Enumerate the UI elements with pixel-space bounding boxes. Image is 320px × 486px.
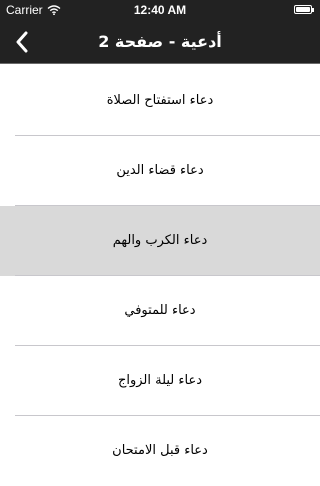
status-bar: Carrier 12:40 AM (0, 0, 320, 20)
status-time: 12:40 AM (133, 3, 187, 17)
page-title: أدعية - صفحة 2 (98, 32, 222, 51)
list-item-deceased-prayer[interactable]: دعاء للمتوفي (0, 276, 320, 346)
list-item-label: دعاء استفتاح الصلاة (106, 93, 214, 108)
navigation-bar: أدعية - صفحة 2 (0, 20, 320, 64)
prayer-list: دعاء استفتاح الصلاة دعاء قضاء الدين دعاء… (0, 66, 320, 486)
battery-icon (294, 5, 314, 15)
list-item-label: دعاء الكرب والهم (112, 233, 208, 248)
list-item-label: دعاء قبل الامتحان (112, 443, 208, 458)
list-item-distress-prayer[interactable]: دعاء الكرب والهم (0, 206, 320, 276)
list-item-exam-prayer[interactable]: دعاء قبل الامتحان (0, 416, 320, 486)
list-item-label: دعاء للمتوفي (124, 303, 196, 318)
list-item-label: دعاء ليلة الزواج (117, 373, 203, 388)
list-item-debt-prayer[interactable]: دعاء قضاء الدين (0, 136, 320, 206)
list-item-label: دعاء قضاء الدين (116, 163, 204, 178)
list-item-opening-prayer[interactable]: دعاء استفتاح الصلاة (0, 66, 320, 136)
list-item-wedding-night-prayer[interactable]: دعاء ليلة الزواج (0, 346, 320, 416)
